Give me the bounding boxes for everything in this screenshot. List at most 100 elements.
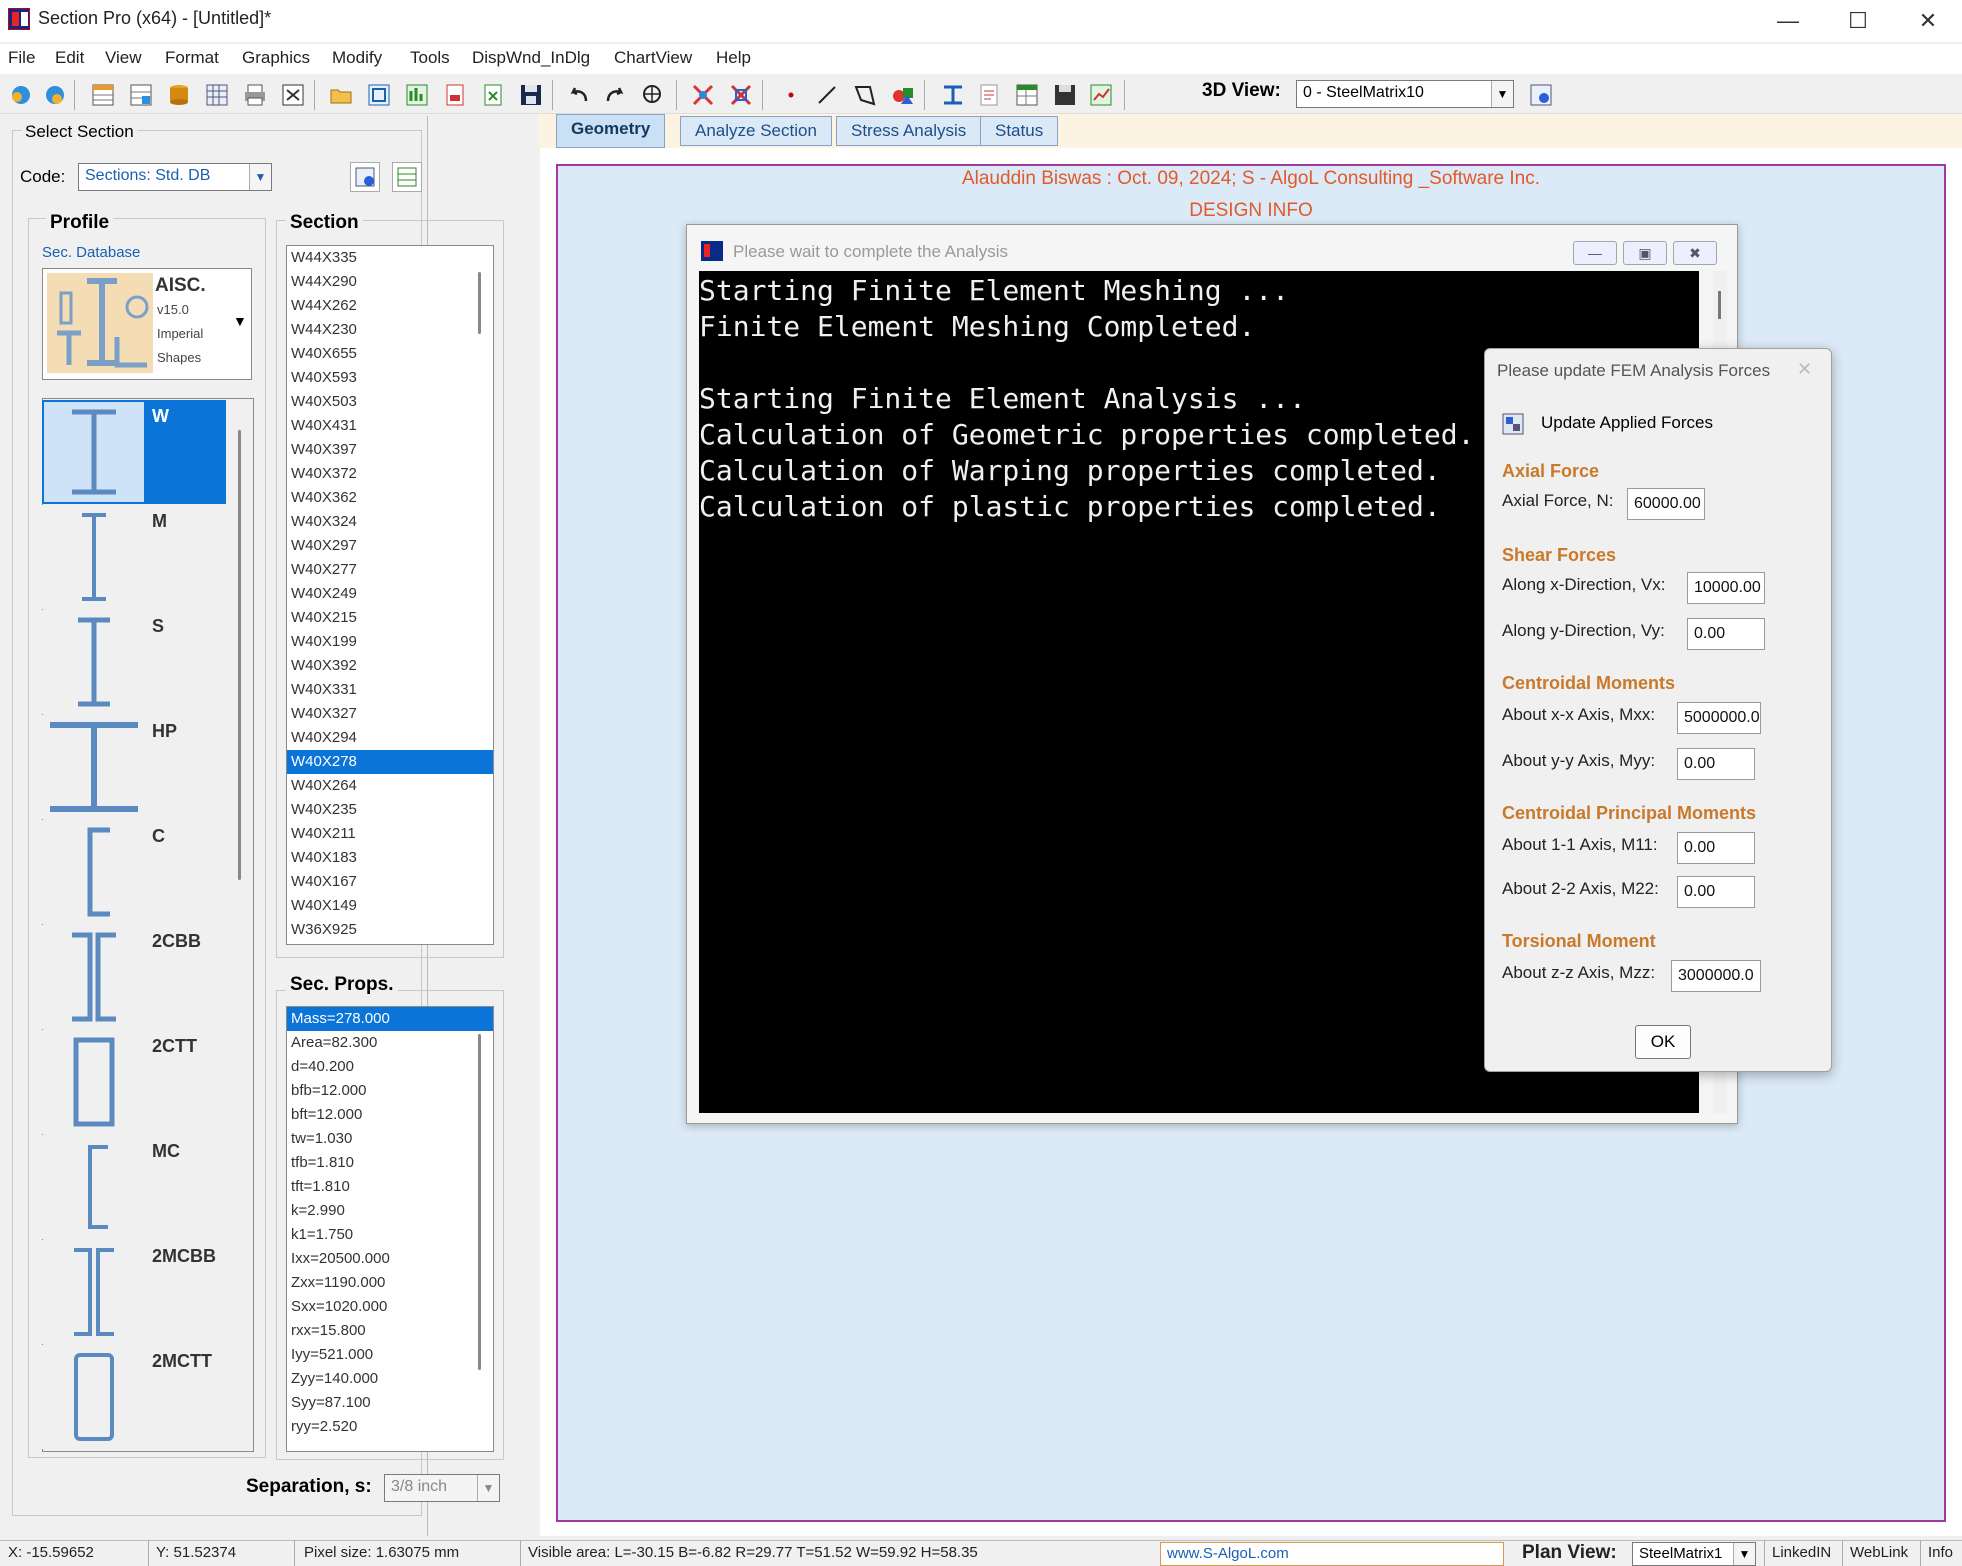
section-scrollbar[interactable] — [478, 272, 481, 334]
profile-item-2mctt[interactable]: 2MCTT — [42, 1345, 228, 1449]
analysis-restore-button[interactable]: ▣ — [1623, 241, 1667, 265]
section-view-icon[interactable] — [940, 82, 966, 108]
section-row[interactable]: W40X372 — [287, 462, 493, 486]
section-row[interactable]: W40X149 — [287, 894, 493, 918]
database-card[interactable]: AISC. v15.0 Imperial Shapes ▼ — [42, 268, 252, 380]
section-row[interactable]: W36X925 — [287, 918, 493, 942]
section-row[interactable]: W40X397 — [287, 438, 493, 462]
close-button[interactable]: ✕ — [1896, 4, 1960, 38]
section-row[interactable]: W40X211 — [287, 822, 493, 846]
linkedin-link[interactable]: LinkedIN — [1772, 1544, 1831, 1561]
export-icon[interactable] — [280, 82, 306, 108]
myy-input[interactable]: 0.00 — [1677, 748, 1755, 780]
view3d-dropdown[interactable]: 0 - SteelMatrix10 ▼ — [1296, 80, 1514, 108]
dxf-import-icon[interactable] — [366, 82, 392, 108]
profile-item-mc[interactable]: MC — [42, 1135, 228, 1239]
db-settings-button[interactable] — [350, 162, 380, 192]
sec-prop-row[interactable]: Mass=278.000 — [287, 1007, 493, 1031]
point-icon[interactable] — [778, 82, 804, 108]
fem-forces-dialog[interactable]: Please update FEM Analysis Forces ✕ Upda… — [1484, 348, 1832, 1072]
tab-stress-analysis[interactable]: Stress Analysis — [836, 116, 982, 146]
tab-status[interactable]: Status — [980, 116, 1059, 146]
plan-view-dropdown[interactable]: SteelMatrix1 ▼ — [1632, 1542, 1756, 1566]
sec-prop-row[interactable]: Sxx=1020.000 — [287, 1295, 493, 1319]
menu-format[interactable]: Format — [165, 48, 219, 68]
menu-modify[interactable]: Modify — [332, 48, 382, 68]
sec-prop-row[interactable]: Syy=87.100 — [287, 1391, 493, 1415]
code-dropdown[interactable]: Sections: Std. DB ▼ — [78, 163, 272, 191]
section-row[interactable]: W40X215 — [287, 606, 493, 630]
table-edit-icon[interactable] — [128, 82, 154, 108]
mzz-input[interactable]: 3000000.0 — [1671, 960, 1761, 992]
chart-import-icon[interactable] — [404, 82, 430, 108]
sec-prop-row[interactable]: rxx=15.800 — [287, 1319, 493, 1343]
save-props-icon[interactable] — [1052, 82, 1078, 108]
profile-item-c[interactable]: C — [42, 820, 228, 924]
website-field[interactable]: www.S-AlgoL.com — [1160, 1542, 1504, 1566]
axial-force-input[interactable]: 60000.00 — [1627, 488, 1705, 520]
section-row[interactable]: W44X290 — [287, 270, 493, 294]
sec-prop-row[interactable]: Zxx=1190.000 — [287, 1271, 493, 1295]
sec-prop-row[interactable]: k=2.990 — [287, 1199, 493, 1223]
maximize-button[interactable]: ☐ — [1826, 4, 1890, 38]
mxx-input[interactable]: 5000000.0 — [1677, 702, 1761, 734]
tab-geometry[interactable]: Geometry — [556, 114, 666, 148]
console-scroll-thumb[interactable] — [1718, 291, 1721, 319]
section-row[interactable]: W40X324 — [287, 510, 493, 534]
sec-prop-row[interactable]: k1=1.750 — [287, 1223, 493, 1247]
chevron-down-icon[interactable]: ▼ — [233, 313, 247, 329]
section-row[interactable]: W40X167 — [287, 870, 493, 894]
save-icon[interactable] — [518, 82, 544, 108]
redo-icon[interactable] — [602, 82, 628, 108]
sec-prop-row[interactable]: Area=82.300 — [287, 1031, 493, 1055]
line-icon[interactable] — [814, 82, 840, 108]
open-folder-icon[interactable] — [328, 82, 354, 108]
vy-input[interactable]: 0.00 — [1687, 618, 1765, 650]
tab-analyze-section[interactable]: Analyze Section — [680, 116, 832, 146]
sec-prop-row[interactable]: d=40.200 — [287, 1055, 493, 1079]
m11-input[interactable]: 0.00 — [1677, 832, 1755, 864]
profile-item-m[interactable]: M — [42, 505, 228, 609]
dialog-close-icon[interactable]: ✕ — [1797, 359, 1812, 380]
section-list[interactable]: W44X335 W44X290 W44X262 W44X230 W40X655 W40X5… — [286, 245, 494, 945]
website-link[interactable]: www.S-AlgoL.com — [1167, 1545, 1289, 1562]
globe-settings-icon[interactable] — [42, 82, 68, 108]
section-row[interactable]: W40X264 — [287, 774, 493, 798]
view-settings-icon[interactable] — [1528, 82, 1554, 108]
menu-file[interactable]: File — [8, 48, 35, 68]
menu-edit[interactable]: Edit — [55, 48, 84, 68]
printer-icon[interactable] — [242, 82, 268, 108]
table-icon[interactable] — [90, 82, 116, 108]
section-row[interactable]: W40X431 — [287, 414, 493, 438]
section-row[interactable]: W40X183 — [287, 846, 493, 870]
pdf-icon[interactable] — [442, 82, 468, 108]
menu-help[interactable]: Help — [716, 48, 751, 68]
sec-props-scrollbar[interactable] — [478, 1034, 481, 1370]
menu-dispwnd[interactable]: DispWnd_InDlg — [472, 48, 590, 68]
sec-prop-row[interactable]: ryy=2.520 — [287, 1415, 493, 1439]
section-row[interactable]: W40X362 — [287, 486, 493, 510]
m22-input[interactable]: 0.00 — [1677, 876, 1755, 908]
section-row[interactable]: W40X278 — [287, 750, 493, 774]
section-row[interactable]: W40X249 — [287, 582, 493, 606]
sec-prop-row[interactable]: tfb=1.810 — [287, 1151, 493, 1175]
profile-item-s[interactable]: S — [42, 610, 228, 714]
menu-chartview[interactable]: ChartView — [614, 48, 692, 68]
globe-icon[interactable] — [8, 82, 34, 108]
separation-dropdown[interactable]: 3/8 inch ▼ — [384, 1474, 500, 1502]
sec-props-list[interactable]: Mass=278.000 Area=82.300 d=40.200 bfb=12.00… — [286, 1006, 494, 1452]
section-row[interactable]: W40X593 — [287, 366, 493, 390]
excel-icon[interactable] — [480, 82, 506, 108]
section-row[interactable]: W40X327 — [287, 702, 493, 726]
sec-prop-row[interactable]: tft=1.810 — [287, 1175, 493, 1199]
section-row[interactable]: W40X331 — [287, 678, 493, 702]
sec-prop-row[interactable]: bft=12.000 — [287, 1103, 493, 1127]
profile-scrollbar[interactable] — [238, 430, 241, 880]
vx-input[interactable]: 10000.00 — [1687, 572, 1765, 604]
menu-graphics[interactable]: Graphics — [242, 48, 310, 68]
profile-item-2cbb[interactable]: 2CBB — [42, 925, 228, 1029]
sec-prop-row[interactable]: tw=1.030 — [287, 1127, 493, 1151]
db-table-button[interactable] — [392, 162, 422, 192]
info-link[interactable]: Info — [1928, 1544, 1953, 1561]
polygon-icon[interactable] — [852, 82, 878, 108]
